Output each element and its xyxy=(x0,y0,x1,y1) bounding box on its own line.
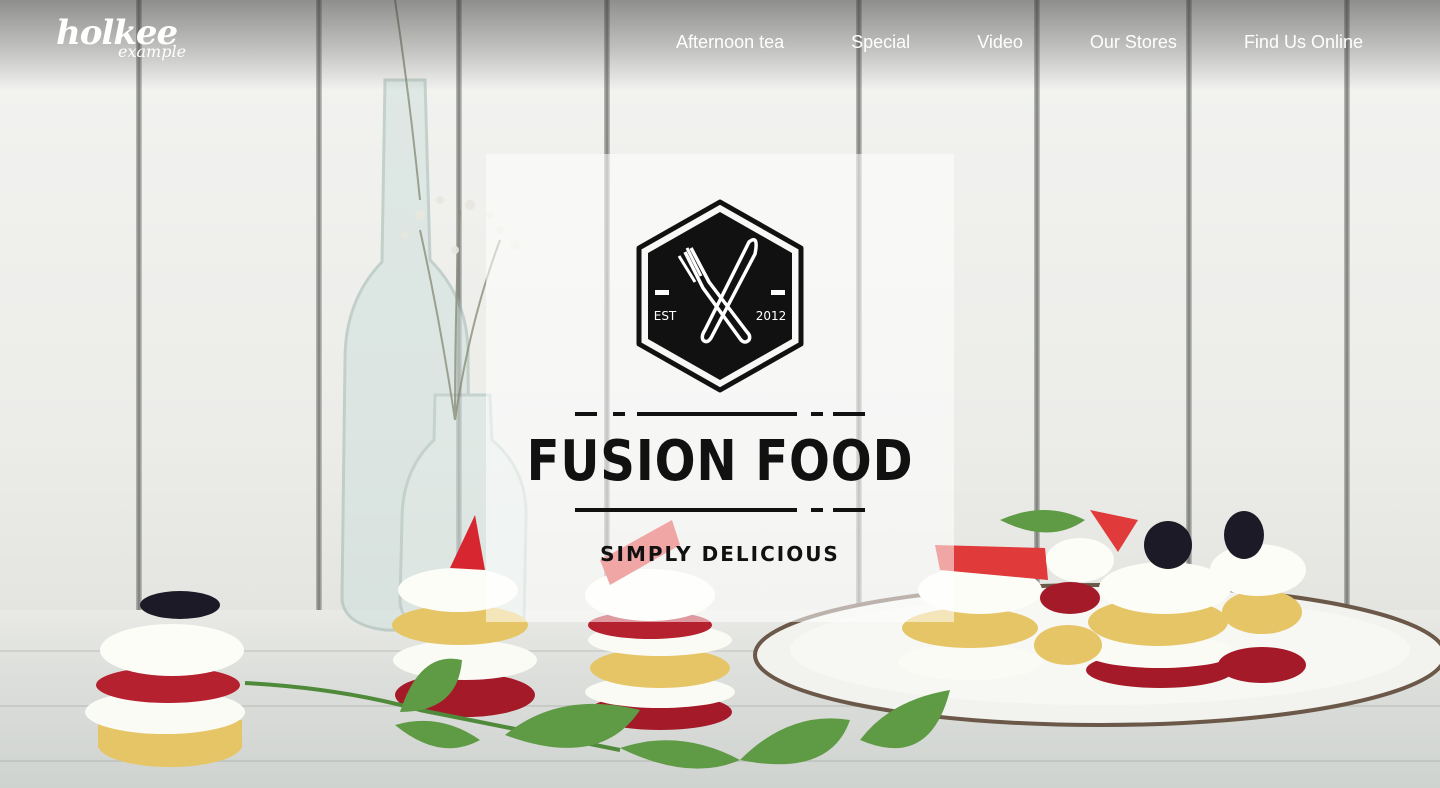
wall-plank-line xyxy=(1186,0,1192,620)
emblem-year-label: 2012 xyxy=(756,309,787,323)
nav-our-stores[interactable]: Our Stores xyxy=(1090,30,1177,54)
divider-top xyxy=(575,412,865,416)
nav-video[interactable]: Video xyxy=(977,30,1023,54)
divider-bottom xyxy=(575,508,865,512)
brand-tagline: SIMPLY DELICIOUS xyxy=(600,542,840,566)
logo-subtitle: example xyxy=(118,42,187,61)
wall-plank-line xyxy=(1344,0,1350,620)
emblem-est-label: EST xyxy=(654,309,677,323)
nav-afternoon-tea[interactable]: Afternoon tea xyxy=(676,30,784,54)
fork-knife-icon: EST 2012 xyxy=(636,199,804,393)
wall-plank-line xyxy=(1034,0,1040,620)
wall-plank-line xyxy=(136,0,142,620)
wall-plank-line xyxy=(316,0,322,620)
brand-title: FUSION FOOD xyxy=(526,429,914,494)
nav-special[interactable]: Special xyxy=(851,30,910,54)
site-logo[interactable]: holkee example xyxy=(56,16,186,61)
nav-find-us-online[interactable]: Find Us Online xyxy=(1244,30,1363,54)
main-nav: Afternoon tea Special Video Our Stores F… xyxy=(609,30,1363,54)
brand-card: EST 2012 FUSION FOOD SIMPLY DELICIOUS xyxy=(486,154,954,622)
table-surface xyxy=(0,610,1440,788)
wall-plank-line xyxy=(456,0,462,620)
